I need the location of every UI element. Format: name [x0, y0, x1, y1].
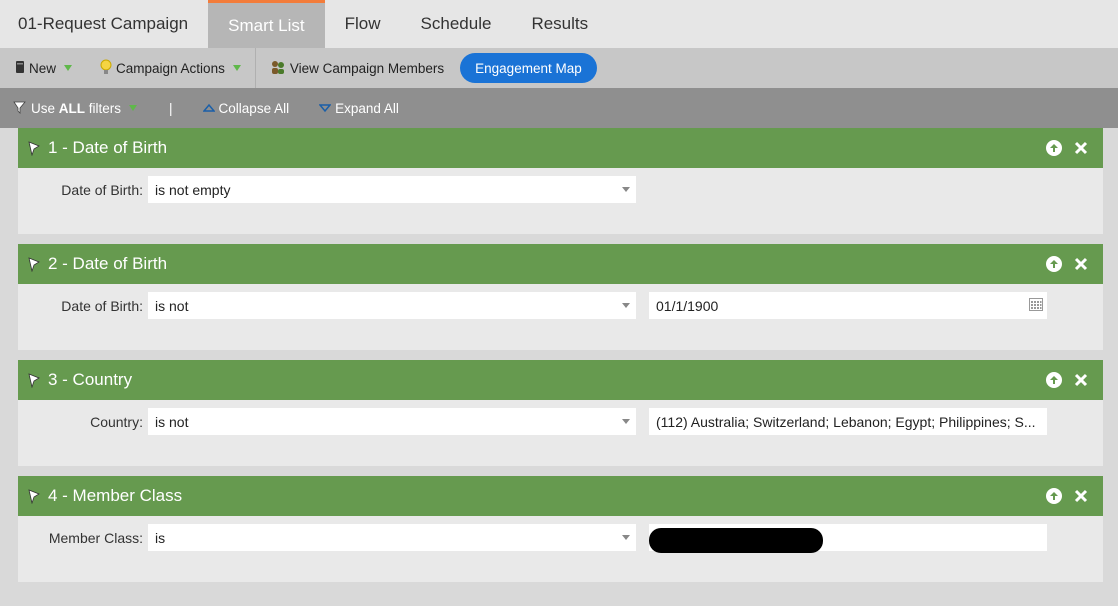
drag-handle-icon[interactable]: [27, 140, 41, 161]
tab-label: Smart List: [228, 15, 305, 35]
operator-select[interactable]: is: [148, 524, 636, 551]
collapse-all-label: Collapse All: [218, 100, 290, 116]
chevron-down-icon: [129, 105, 138, 111]
filter-logic-dropdown[interactable]: Use ALL filters: [13, 100, 138, 117]
drag-handle-icon[interactable]: [27, 372, 41, 393]
drag-handle-icon[interactable]: [27, 488, 41, 509]
member-class-value[interactable]: [649, 524, 1047, 553]
filter-card: 3 - Country Country: is not (112) Austra…: [18, 360, 1103, 466]
lightbulb-icon: [100, 59, 112, 78]
close-icon[interactable]: [1073, 140, 1089, 156]
chevron-down-icon: [232, 65, 241, 71]
drag-handle-icon[interactable]: [27, 256, 41, 277]
chevron-down-icon: [622, 187, 630, 192]
campaign-actions-button[interactable]: Campaign Actions: [100, 48, 241, 88]
chevron-down-icon: [622, 419, 630, 424]
toolbar: New Campaign Actions View Campaign Membe…: [0, 48, 1118, 88]
document-icon: [15, 60, 25, 76]
filter-body: Date of Birth: is not 01/1/1900: [18, 284, 1103, 350]
filter-header: 2 - Date of Birth: [18, 244, 1103, 284]
filter-header: 4 - Member Class: [18, 476, 1103, 516]
tab-label: Results: [531, 14, 589, 33]
view-campaign-members-button[interactable]: View Campaign Members: [270, 48, 444, 88]
filter-logic-prefix: Use: [31, 100, 59, 116]
tab-schedule[interactable]: Schedule: [401, 0, 512, 48]
engagement-map-button[interactable]: Engagement Map: [460, 53, 597, 83]
expand-all-label: Expand All: [335, 100, 399, 116]
close-icon[interactable]: [1073, 256, 1089, 272]
view-members-label: View Campaign Members: [289, 60, 445, 76]
tab-smart-list[interactable]: Smart List: [208, 0, 325, 48]
move-up-icon[interactable]: [1046, 256, 1062, 272]
tab-campaign-name[interactable]: 01-Request Campaign: [0, 0, 208, 48]
filterbar-divider: |: [169, 100, 173, 116]
redaction-mark: [649, 528, 823, 553]
filter-logic-suffix: filters: [85, 100, 122, 116]
field-label: Date of Birth:: [61, 298, 143, 314]
date-value: 01/1/1900: [656, 297, 719, 314]
operator-value: is: [155, 529, 166, 546]
close-icon[interactable]: [1073, 488, 1089, 504]
field-label: Member Class:: [48, 530, 143, 546]
move-up-icon[interactable]: [1046, 488, 1062, 504]
tab-flow[interactable]: Flow: [325, 0, 401, 48]
smart-list-filters: 1 - Date of Birth Date of Birth: is not …: [0, 128, 1118, 606]
filter-logic-label: Use ALL filters: [31, 101, 121, 116]
filter-title: 1 - Date of Birth: [48, 138, 168, 157]
new-label: New: [29, 60, 57, 76]
move-up-icon[interactable]: [1046, 140, 1062, 156]
filter-title: 4 - Member Class: [48, 486, 183, 505]
calendar-icon[interactable]: [1029, 298, 1043, 314]
filter-title: 2 - Date of Birth: [48, 254, 168, 273]
filter-body: Date of Birth: is not empty: [18, 168, 1103, 234]
field-label: Date of Birth:: [61, 182, 143, 198]
tab-label: Flow: [344, 14, 381, 33]
operator-value: is not: [155, 297, 189, 314]
country-values: (112) Australia; Switzerland; Lebanon; E…: [656, 413, 1036, 430]
operator-value: is not: [155, 413, 189, 430]
tab-label: Schedule: [420, 14, 492, 33]
filter-body: Country: is not (112) Australia; Switzer…: [18, 400, 1103, 466]
tab-bar: 01-Request Campaign Smart List Flow Sche…: [0, 0, 1118, 48]
operator-value: is not empty: [155, 181, 231, 198]
chevron-down-icon: [64, 65, 73, 71]
filter-card: 1 - Date of Birth Date of Birth: is not …: [18, 128, 1103, 234]
expand-all-button[interactable]: Expand All: [318, 100, 399, 116]
filter-card: 2 - Date of Birth Date of Birth: is not …: [18, 244, 1103, 350]
date-input[interactable]: 01/1/1900: [649, 292, 1047, 319]
tab-results[interactable]: Results: [511, 0, 608, 48]
filter-body: Member Class: is: [18, 516, 1103, 582]
close-icon[interactable]: [1073, 372, 1089, 388]
operator-select[interactable]: is not: [148, 408, 636, 435]
new-button[interactable]: New: [15, 48, 73, 88]
collapse-all-button[interactable]: Collapse All: [201, 100, 290, 116]
filter-logic-bold: ALL: [58, 100, 86, 116]
filter-card: 4 - Member Class Member Class: is: [18, 476, 1103, 582]
operator-select[interactable]: is not: [148, 292, 636, 319]
chevron-down-icon: [622, 535, 630, 540]
collapse-icon: [201, 101, 216, 116]
expand-icon: [318, 101, 332, 116]
tab-label: 01-Request Campaign: [18, 14, 189, 33]
people-icon: [270, 59, 286, 78]
engagement-map-label: Engagement Map: [475, 60, 582, 76]
funnel-icon: [13, 100, 27, 117]
field-label: Country:: [90, 414, 143, 430]
country-value-list[interactable]: (112) Australia; Switzerland; Lebanon; E…: [649, 408, 1047, 435]
filter-title: 3 - Country: [48, 370, 133, 389]
move-up-icon[interactable]: [1046, 372, 1062, 388]
operator-select[interactable]: is not empty: [148, 176, 636, 203]
filter-bar: Use ALL filters | Collapse All Expand Al…: [0, 88, 1118, 128]
toolbar-divider: [254, 48, 256, 88]
chevron-down-icon: [622, 303, 630, 308]
filter-header: 3 - Country: [18, 360, 1103, 400]
campaign-actions-label: Campaign Actions: [116, 60, 225, 76]
filter-header: 1 - Date of Birth: [18, 128, 1103, 168]
